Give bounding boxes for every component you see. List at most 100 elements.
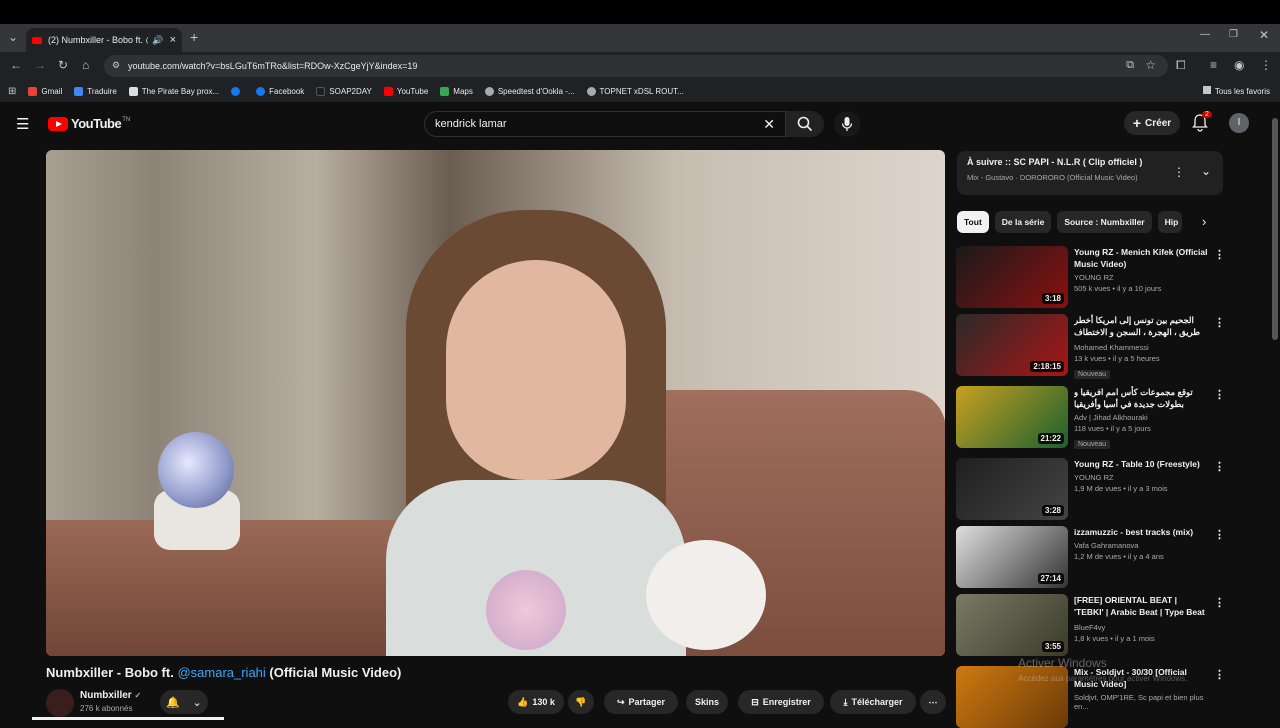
channel-name[interactable]: Vafa Gahramanova [1074,541,1208,550]
user-avatar[interactable]: I [1229,113,1249,133]
video-title[interactable]: izzamuzzic - best tracks (mix) [1074,526,1208,538]
channel-name[interactable]: Soldjvt, OMP'1RE, Sc papi et bien plus e… [1074,693,1208,711]
download-button[interactable]: ⤓ Télécharger [830,690,916,714]
channel-name[interactable]: BlueF4vy [1074,623,1208,632]
video-title[interactable]: Young RZ - Menich Kifek (Official Music … [1074,246,1208,270]
reload-icon[interactable]: ↻ [58,58,68,72]
voice-search-button[interactable] [834,111,860,137]
facebook-icon [256,86,266,96]
bookmark-speedtest[interactable]: Speedtest d'Ookla -... [484,86,575,96]
reading-list-icon[interactable]: ≡ [1210,58,1217,72]
video-title[interactable]: [FREE] ORIENTAL BEAT | 'TEBKI' | Arabic … [1074,594,1208,620]
chip-all[interactable]: Tout [957,211,989,233]
back-icon[interactable]: ← [10,58,22,72]
bookmark-gmail[interactable]: Gmail [28,86,62,96]
profile-icon[interactable]: ◉ [1234,58,1244,72]
channel-name[interactable]: YOUNG RZ [1074,273,1208,282]
more-options-icon[interactable]: ⋮ [1214,316,1225,329]
more-options-icon[interactable]: ⋮ [1214,596,1225,609]
chevron-right-icon[interactable]: › [1202,214,1206,229]
forward-icon[interactable]: → [34,58,46,72]
search-input[interactable]: kendrick lamar ✕ [424,111,786,137]
channel-name[interactable]: YOUNG RZ [1074,473,1208,482]
youtube-icon [383,86,393,96]
recommendation-item[interactable]: 21:22 توقع مجموعات كأس امم افريقيا و بطول… [956,386,1226,449]
install-app-icon[interactable]: ⧉ [1126,59,1134,72]
channel-avatar[interactable] [46,689,74,717]
browser-menu-icon[interactable]: ⋮ [1260,58,1272,72]
chip-series[interactable]: De la série [994,211,1052,233]
video-title-mention-link[interactable]: @samara_riahi [177,665,265,680]
bookmark-facebook-icon-only[interactable] [231,86,244,96]
recommendation-item[interactable]: 3:18 Young RZ - Menich Kifek (Official Mu… [956,246,1226,308]
home-icon[interactable]: ⌂ [82,58,89,72]
minimize-icon[interactable]: — [1200,29,1210,40]
more-options-icon[interactable]: ⋮ [1214,248,1225,261]
video-duration: 3:18 [1041,293,1064,304]
chip-source[interactable]: Source : Numbxiller [1057,211,1152,233]
dislike-button[interactable]: 👎 [568,690,594,714]
channel-name[interactable]: Adv | Jihad Alkhouraki [1074,413,1208,422]
video-title[interactable]: الجحيم بين تونس إلى امريكا أخطر طريق ، ا… [1074,314,1208,340]
chip-hip[interactable]: Hip [1157,211,1182,233]
bookmark-facebook[interactable]: Facebook [256,86,304,96]
clear-search-icon[interactable]: ✕ [763,116,775,133]
subscription-bell-button[interactable]: 🔔 ⌄ [160,690,208,714]
more-actions-button[interactable]: ⋯ [920,690,946,714]
more-options-icon[interactable]: ⋮ [1214,528,1225,541]
tab-close-icon[interactable]: × [170,34,176,46]
bookmark-piratebay[interactable]: The Pirate Bay prox... [128,86,219,96]
tab-search-icon[interactable]: ⌄ [8,30,18,44]
recommendation-item[interactable]: 3:55 [FREE] ORIENTAL BEAT | 'TEBKI' | Ara… [956,594,1226,656]
speaker-icon[interactable]: 🔊 [152,35,163,46]
hamburger-menu-icon[interactable]: ☰ [16,115,29,133]
video-thumbnail[interactable]: 2:18:15 [956,314,1068,376]
recommendation-item[interactable]: 27:14 izzamuzzic - best tracks (mix) Vafa … [956,526,1226,588]
more-options-icon[interactable]: ⋮ [1214,388,1225,401]
extensions-icon[interactable]: ⧠ [1176,58,1186,73]
apps-grid-icon[interactable]: ⊞ [8,86,16,97]
video-title[interactable]: توقع مجموعات كأس امم افريقيا و بطولات جد… [1074,386,1208,410]
youtube-logo[interactable]: YouTube TN [48,116,130,131]
recommendation-item[interactable]: 2:18:15 الجحيم بين تونس إلى امريكا أخطر ط… [956,314,1226,379]
all-favorites[interactable]: Tous les favoris [1202,86,1270,96]
video-thumbnail[interactable]: 3:55 [956,594,1068,656]
share-button[interactable]: ↪ Partager [604,690,678,714]
search-button[interactable] [786,111,824,137]
soap2day-icon [316,86,326,96]
channel-name[interactable]: Numbxiller ✓ [80,690,141,701]
url-input[interactable]: ⚙ youtube.com/watch?v=bsLGuT6mTRo&list=R… [104,55,1168,77]
tab-youtube[interactable]: (2) Numbxiller - Bobo ft. @ 🔊 × [26,28,182,52]
bookmark-maps[interactable]: Maps [440,86,473,96]
close-window-icon[interactable]: ✕ [1259,28,1269,42]
bookmark-soap2day[interactable]: SOAP2DAY [316,86,372,96]
page-scrollbar[interactable] [1272,118,1278,340]
restore-icon[interactable]: ❐ [1229,29,1238,40]
like-button[interactable]: 👍 130 k [508,690,564,714]
up-next-panel[interactable]: À suivre :: SC PAPI - N.L.R ( Clip offic… [957,151,1223,195]
create-button[interactable]: + Créer [1124,111,1180,135]
more-options-icon[interactable]: ⋮ [1214,460,1225,473]
video-title[interactable]: Young RZ - Table 10 (Freestyle) [1074,458,1208,470]
video-thumbnail[interactable]: 21:22 [956,386,1068,448]
video-thumbnail[interactable]: 27:14 [956,526,1068,588]
chevron-down-icon[interactable]: ⌄ [1201,164,1211,178]
channel-name[interactable]: Mohamed Khammessi [1074,343,1208,352]
video-thumbnail[interactable]: 3:18 [956,246,1068,308]
bookmark-traduire[interactable]: Traduire [74,86,117,96]
up-next-menu-icon[interactable]: ⋮ [1173,165,1185,179]
site-info-icon[interactable]: ⚙ [112,60,120,71]
notifications-button[interactable]: 2 [1192,111,1212,132]
video-duration: 27:14 [1037,573,1064,584]
skins-button[interactable]: Skins [686,690,728,714]
new-tab-icon[interactable]: + [190,29,198,45]
bookmark-star-icon[interactable]: ☆ [1145,58,1156,72]
bookmark-youtube[interactable]: YouTube [383,86,428,96]
new-badge: Nouveau [1074,370,1111,379]
video-player[interactable] [46,150,945,656]
bookmark-topnet[interactable]: TOPNET xDSL ROUT... [586,86,684,96]
video-thumbnail[interactable]: 3:28 [956,458,1068,520]
recommendation-item[interactable]: 3:28 Young RZ - Table 10 (Freestyle) YOUNG… [956,458,1226,520]
save-button[interactable]: ⊟ Enregistrer [738,690,824,714]
more-options-icon[interactable]: ⋮ [1214,668,1225,681]
